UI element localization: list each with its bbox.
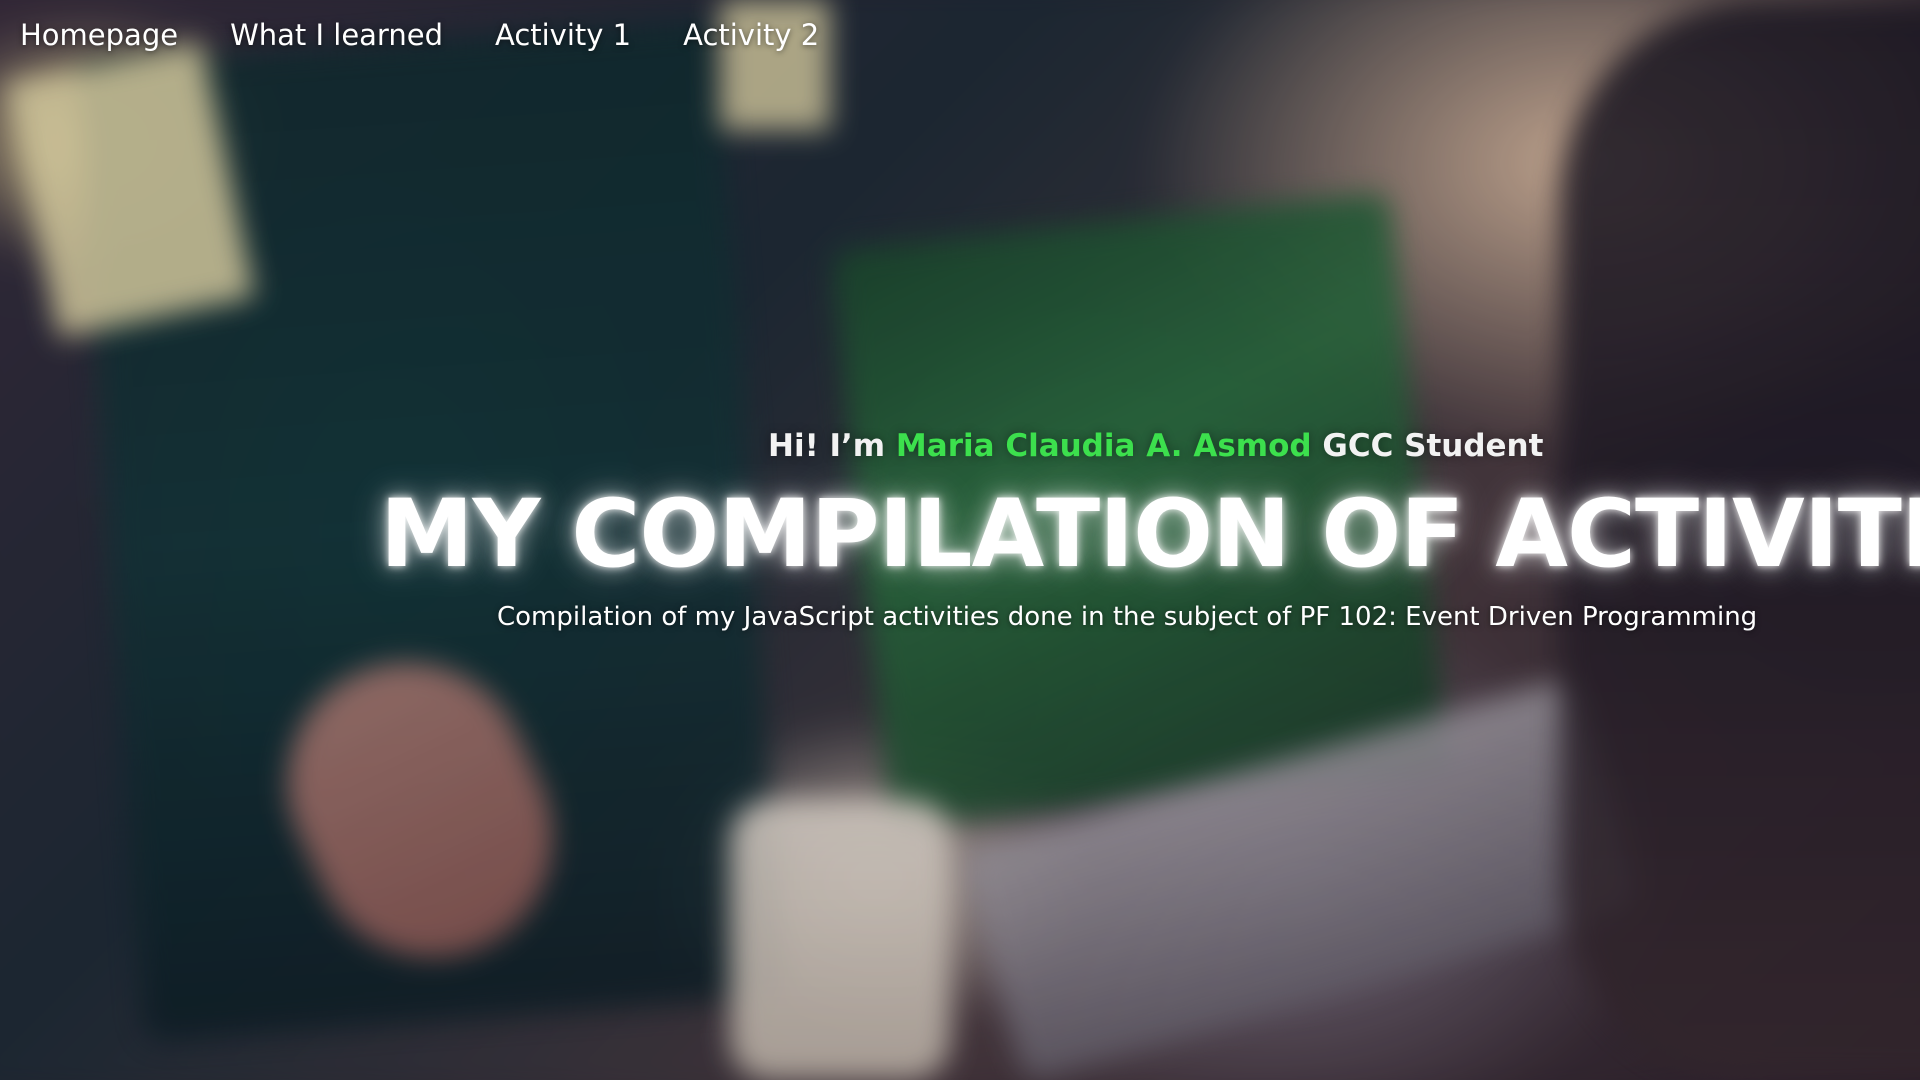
greeting-prefix: Hi! I’m: [768, 428, 886, 464]
page-title: MY COMPILATION OF ACTIVITIES: [380, 480, 1920, 589]
greeting-suffix: GCC Student: [1322, 428, 1544, 464]
page: Homepage What I learned Activity 1 Activ…: [0, 0, 1920, 1080]
top-nav: Homepage What I learned Activity 1 Activ…: [20, 18, 819, 52]
nav-link-activity-1[interactable]: Activity 1: [495, 18, 631, 52]
nav-link-what-i-learned[interactable]: What I learned: [230, 18, 443, 52]
student-name: Maria Claudia A. Asmod: [895, 428, 1312, 464]
page-subtitle: Compilation of my JavaScript activities …: [497, 602, 1758, 632]
nav-link-activity-2[interactable]: Activity 2: [683, 18, 819, 52]
greeting-line: Hi! I’m Maria Claudia A. Asmod GCC Stude…: [768, 428, 1543, 464]
nav-link-homepage[interactable]: Homepage: [20, 18, 178, 52]
